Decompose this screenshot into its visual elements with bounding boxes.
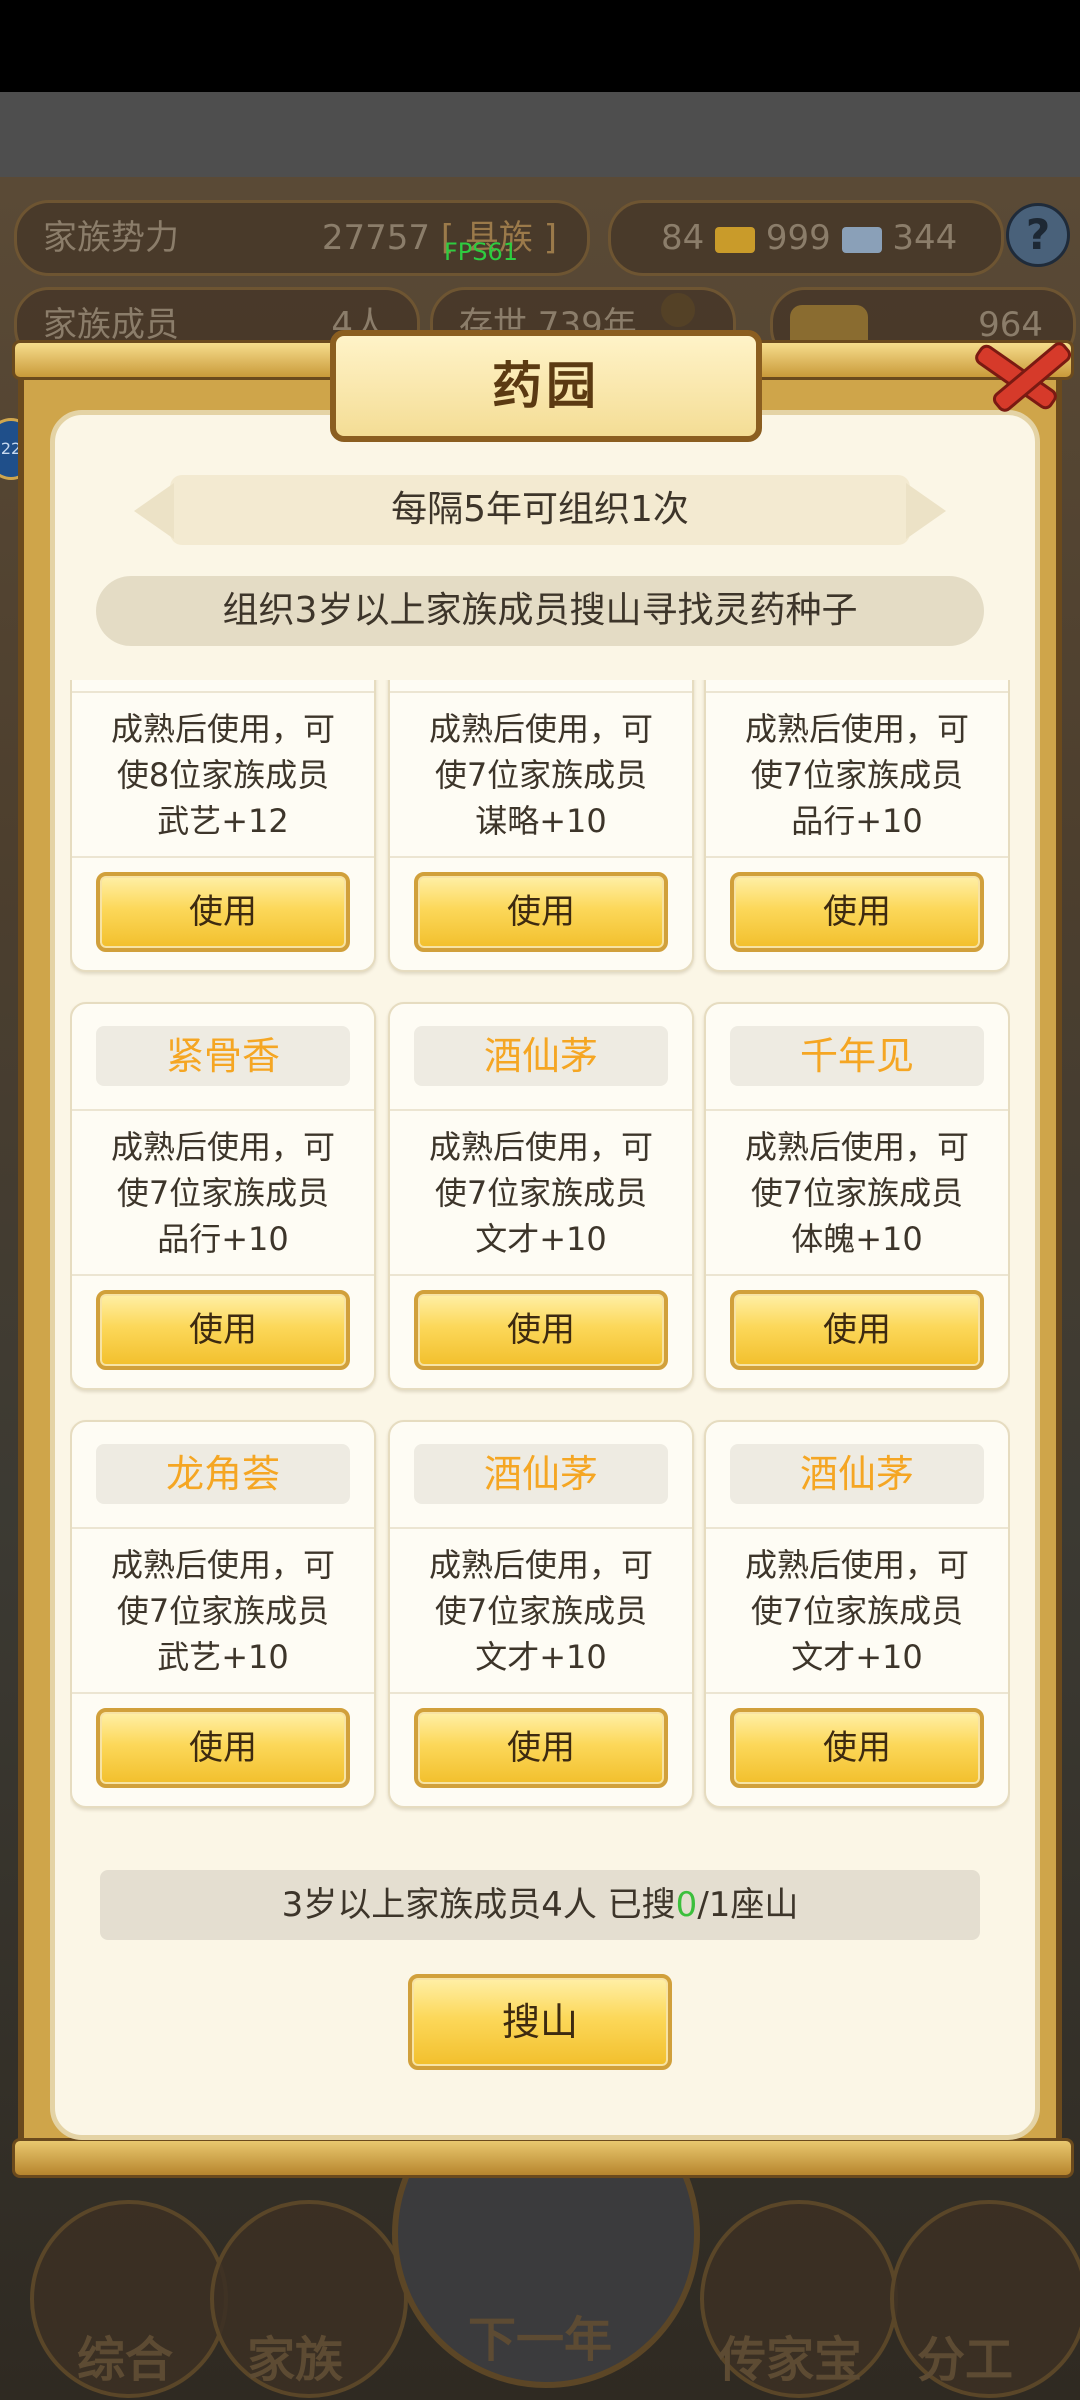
herb-effect: 成熟后使用，可 使7位家族成员 体魄+10: [716, 1124, 998, 1262]
use-button[interactable]: 使用: [96, 872, 350, 952]
herb-name: 紧骨香: [96, 1026, 350, 1086]
herb-effect: 成熟后使用，可 使8位家族成员 武艺+12: [82, 706, 364, 844]
herb-effect: 成熟后使用，可 使7位家族成员 文才+10: [400, 1124, 682, 1262]
herb-name: 酒仙茅: [414, 1026, 668, 1086]
effect-line: 成熟后使用，可: [110, 1128, 335, 1166]
herb-effect: 成熟后使用，可 使7位家族成员 谋略+10: [400, 706, 682, 844]
use-button[interactable]: 使用: [96, 1708, 350, 1788]
herb-effect: 成熟后使用，可 使7位家族成员 文才+10: [400, 1542, 682, 1680]
use-button[interactable]: 使用: [730, 1290, 984, 1370]
family-power-value: 27757: [321, 218, 431, 258]
nav-label-next-year: 下一年: [467, 2312, 612, 2368]
silver-count: 999: [765, 218, 831, 258]
herb-effect: 成熟后使用，可 使7位家族成员 品行+10: [82, 1124, 364, 1262]
status-prefix: 3岁以上家族成员4人 已搜: [281, 1885, 676, 1925]
effect-line: 使7位家族成员: [750, 756, 964, 794]
effect-line: 成熟后使用，可: [428, 1128, 653, 1166]
effect-line: 使7位家族成员: [434, 1174, 648, 1212]
nav-label-family: 家族: [246, 2332, 343, 2388]
effect-line: 成熟后使用，可: [110, 710, 335, 748]
use-button[interactable]: 使用: [414, 872, 668, 952]
effect-line: 成熟后使用，可: [744, 710, 969, 748]
herb-name: 酒仙茅: [730, 1444, 984, 1504]
herb-card: 酒仙茅 成熟后使用，可 使7位家族成员 文才+10 使用: [388, 1420, 694, 1808]
use-button[interactable]: 使用: [96, 1290, 350, 1370]
silver-bar-icon: [841, 226, 882, 253]
currency-pill: 84 999 344: [608, 200, 1004, 327]
effect-line: 成熟后使用，可: [428, 1546, 653, 1584]
frame-bottom-ornament: [12, 2138, 1074, 2178]
nav-label-division: 分工: [916, 2332, 1013, 2388]
effect-line: 文才+10: [475, 1638, 607, 1676]
use-button[interactable]: 使用: [730, 872, 984, 952]
herb-card: 酒仙茅 成熟后使用，可 使7位家族成员 文才+10 使用: [704, 1420, 1010, 1808]
effect-line: 武艺+10: [157, 1638, 289, 1676]
herb-card: 千年见 成熟后使用，可 使7位家族成员 体魄+10 使用: [704, 1002, 1010, 1390]
effect-line: 品行+10: [791, 802, 923, 840]
effect-line: 使7位家族成员: [434, 756, 648, 794]
close-icon[interactable]: [956, 318, 1075, 428]
effect-line: 使7位家族成员: [750, 1592, 964, 1630]
herb-card: 成熟后使用，可 使7位家族成员 品行+10 使用: [704, 680, 1010, 972]
herb-effect: 成熟后使用，可 使7位家族成员 品行+10: [716, 706, 998, 844]
coin-count: 344: [892, 218, 958, 258]
family-power-value-group: 27757 [ 县族 ]: [322, 203, 557, 273]
effect-line: 品行+10: [157, 1220, 289, 1258]
nav-label-general: 综合: [76, 2332, 173, 2388]
status-bar-black: [0, 0, 1080, 92]
effect-line: 武艺+12: [157, 802, 289, 840]
use-button[interactable]: 使用: [414, 1708, 668, 1788]
herb-effect: 成熟后使用，可 使7位家族成员 武艺+10: [82, 1542, 364, 1680]
use-button[interactable]: 使用: [730, 1708, 984, 1788]
search-mountain-button[interactable]: 搜山: [408, 1974, 672, 2070]
herb-card: 紧骨香 成熟后使用，可 使7位家族成员 品行+10 使用: [70, 1002, 376, 1390]
status-searched-count: 0: [675, 1885, 698, 1925]
effect-line: 体魄+10: [791, 1220, 923, 1258]
effect-line: 成熟后使用，可: [744, 1546, 969, 1584]
effect-line: 使7位家族成员: [116, 1174, 330, 1212]
effect-line: 使8位家族成员: [116, 756, 330, 794]
use-button[interactable]: 使用: [414, 1290, 668, 1370]
herb-card: 成熟后使用，可 使8位家族成员 武艺+12 使用: [70, 680, 376, 972]
help-icon[interactable]: ?: [1006, 203, 1070, 267]
herb-card: 成熟后使用，可 使7位家族成员 谋略+10 使用: [388, 680, 694, 972]
effect-line: 成熟后使用，可: [744, 1128, 969, 1166]
effect-line: 使7位家族成员: [750, 1174, 964, 1212]
herb-effect: 成熟后使用，可 使7位家族成员 文才+10: [716, 1542, 998, 1680]
effect-line: 使7位家族成员: [116, 1592, 330, 1630]
gold-count: 84: [661, 218, 705, 258]
frequency-banner: 每隔5年可组织1次: [134, 475, 946, 545]
dialog-title: 药园: [330, 330, 762, 442]
herb-card-list[interactable]: 成熟后使用，可 使8位家族成员 武艺+12 使用 成熟后使用，可 使7位家族成员…: [70, 680, 1010, 1820]
status-suffix: /1座山: [697, 1885, 799, 1925]
header-band: [0, 92, 1080, 177]
effect-line: 谋略+10: [475, 802, 607, 840]
effect-line: 成熟后使用，可: [428, 710, 653, 748]
herb-card: 酒仙茅 成熟后使用，可 使7位家族成员 文才+10 使用: [388, 1002, 694, 1390]
fps-counter: FPS61: [444, 238, 519, 266]
herb-name: 千年见: [730, 1026, 984, 1086]
herb-name: 酒仙茅: [414, 1444, 668, 1504]
gold-bar-icon: [715, 226, 756, 253]
effect-line: 使7位家族成员: [434, 1592, 648, 1630]
nav-label-heirloom: 传家宝: [717, 2332, 862, 2388]
effect-line: 文才+10: [791, 1638, 923, 1676]
effect-line: 文才+10: [475, 1220, 607, 1258]
effect-line: 成熟后使用，可: [110, 1546, 335, 1584]
herb-card: 龙角荟 成熟后使用，可 使7位家族成员 武艺+10 使用: [70, 1420, 376, 1808]
family-power-label: 家族势力: [43, 218, 179, 258]
search-status: 3岁以上家族成员4人 已搜0/1座山: [100, 1870, 980, 1940]
herb-name: 龙角荟: [96, 1444, 350, 1504]
description-bar: 组织3岁以上家族成员搜山寻找灵药种子: [96, 576, 984, 646]
